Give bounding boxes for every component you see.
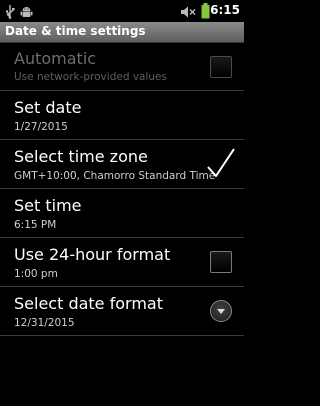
24-hour-checkbox[interactable] [210,251,232,273]
window-title: Date & time settings [5,24,146,38]
setting-summary: Use network-provided values [14,71,167,83]
setting-summary: GMT+10:00, Chamorro Standard Time [14,170,216,182]
usb-icon [5,4,15,23]
setting-set-date[interactable]: Set date 1/27/2015 [0,91,244,140]
setting-title: Select time zone [14,147,148,166]
setting-title: Select date format [14,294,163,313]
setting-date-format[interactable]: Select date format 12/31/2015 [0,287,244,336]
status-time: 6:15 [210,3,240,17]
setting-set-time[interactable]: Set time 6:15 PM [0,189,244,238]
setting-automatic[interactable]: Automatic Use network-provided values [0,43,244,91]
setting-summary: 1/27/2015 [14,121,68,133]
dropdown-icon[interactable] [210,300,232,322]
setting-title: Set time [14,196,82,215]
setting-title: Use 24-hour format [14,245,171,264]
battery-icon [201,3,210,23]
setting-summary: 6:15 PM [14,219,57,231]
title-bar: Date & time settings [0,22,244,43]
setting-summary: 12/31/2015 [14,317,75,329]
checkmark-icon [206,147,236,183]
mute-icon [180,4,196,23]
setting-title: Automatic [14,49,97,68]
setting-time-zone[interactable]: Select time zone GMT+10:00, Chamorro Sta… [0,140,244,189]
android-debug-icon [20,4,33,23]
automatic-checkbox[interactable] [210,56,232,78]
status-bar: 6:15 [0,0,244,22]
setting-24-hour-format[interactable]: Use 24-hour format 1:00 pm [0,238,244,287]
setting-summary: 1:00 pm [14,268,58,280]
setting-title: Set date [14,98,82,117]
